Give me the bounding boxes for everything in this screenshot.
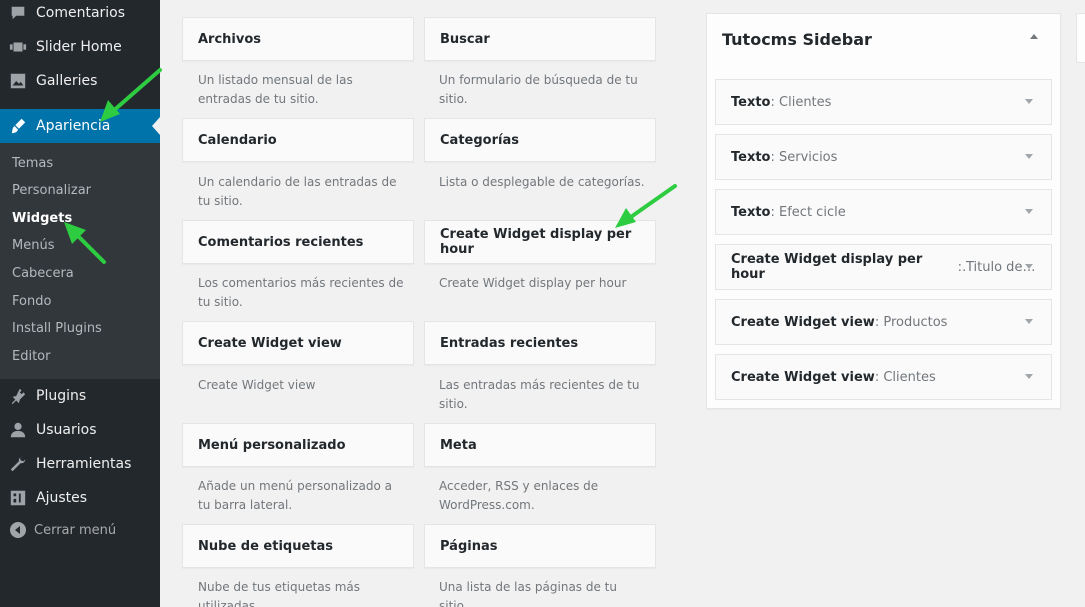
widget-description: Un listado mensual de las entradas de tu… xyxy=(198,73,353,106)
widget-description: Lista o desplegable de categorías. xyxy=(439,175,645,189)
widget-buscar[interactable]: Buscar xyxy=(424,17,656,61)
submenu-cabecera[interactable]: Cabecera xyxy=(12,264,74,284)
menu-herramientas[interactable]: Herramientas xyxy=(0,447,160,481)
sidebar-widget-separator: : xyxy=(770,204,780,220)
widget-paginas[interactable]: Páginas xyxy=(424,524,656,568)
widget-description: Una lista de las páginas de tu sitio. xyxy=(439,580,617,607)
sidebar-widget-subtitle: Clientes xyxy=(883,369,936,385)
widget-description: Create Widget display per hour xyxy=(439,276,627,290)
menu-label: Herramientas xyxy=(36,456,132,472)
submenu-apariencia: Temas Personalizar Widgets Menús Cabecer… xyxy=(0,143,160,379)
collapse-arrow-icon xyxy=(10,522,26,538)
widget-entradas-recientes[interactable]: Entradas recientes xyxy=(424,321,656,365)
menu-label: Comentarios xyxy=(36,5,126,21)
submenu-personalizar[interactable]: Personalizar xyxy=(12,181,91,201)
menu-label: Galleries xyxy=(36,73,98,89)
menu-apariencia[interactable]: Apariencia xyxy=(0,109,160,143)
widget-description: Create Widget view xyxy=(198,378,316,392)
sidebar-widget-separator: : xyxy=(770,94,780,110)
sidebar-widget[interactable]: Create Widget display per hour: Titulo d… xyxy=(715,244,1052,290)
sidebar-widget-separator: : xyxy=(874,369,884,385)
wrench-icon xyxy=(0,455,36,473)
plugin-icon xyxy=(0,387,36,405)
menu-label: Plugins xyxy=(36,388,87,404)
sidebar-widget-title: Create Widget view xyxy=(731,314,875,330)
widget-description: Un calendario de las entradas de tu siti… xyxy=(198,175,397,208)
comment-icon xyxy=(0,4,36,22)
menu-galleries[interactable]: Galleries xyxy=(0,64,160,98)
collapse-toggle-icon[interactable] xyxy=(1030,34,1038,39)
sidebar-widget-separator: : xyxy=(874,314,884,330)
sidebar-widget-title: Create Widget view xyxy=(731,369,875,385)
sidebar-widget-separator: : xyxy=(770,149,780,165)
expand-arrow-icon[interactable] xyxy=(1025,319,1033,324)
current-indicator-icon xyxy=(152,117,160,135)
menu-plugins[interactable]: Plugins xyxy=(0,379,160,413)
menu-ajustes[interactable]: Ajustes xyxy=(0,481,160,515)
submenu-temas[interactable]: Temas xyxy=(12,154,53,174)
submenu-fondo[interactable]: Fondo xyxy=(12,292,51,312)
widget-description: Un formulario de búsqueda de tu sitio. xyxy=(439,73,638,106)
widget-meta[interactable]: Meta xyxy=(424,423,656,467)
sidebar-widget-title: Texto xyxy=(731,204,771,220)
submenu-install-plugins[interactable]: Install Plugins xyxy=(12,319,102,339)
settings-icon xyxy=(0,489,36,507)
expand-arrow-icon[interactable] xyxy=(1025,374,1033,379)
sidebar-widget-title: Texto xyxy=(731,149,771,165)
slider-icon xyxy=(0,38,36,56)
sidebar-widget-subtitle: Productos xyxy=(883,314,948,330)
widget-menu-personalizado[interactable]: Menú personalizado xyxy=(182,423,414,467)
sidebar-widget-subtitle: Efect cicle xyxy=(779,204,846,220)
widget-create-widget-view[interactable]: Create Widget view xyxy=(182,321,414,365)
next-sidebar-panel[interactable] xyxy=(1076,13,1085,63)
admin-menu: Comentarios Slider Home Galleries Aparie… xyxy=(0,0,160,607)
submenu-menus[interactable]: Menús xyxy=(12,236,54,256)
sidebar-widget-title: Create Widget display per hour xyxy=(731,252,923,282)
menu-label: Apariencia xyxy=(36,118,111,134)
sidebar-widget[interactable]: Texto: Clientes xyxy=(715,79,1052,125)
submenu-widgets[interactable]: Widgets xyxy=(12,209,72,229)
sidebar-widget-subtitle: Clientes xyxy=(779,94,832,110)
gallery-icon xyxy=(0,72,36,90)
menu-comentarios[interactable]: Comentarios xyxy=(0,0,160,30)
collapse-label: Cerrar menú xyxy=(34,522,117,538)
sidebar-widget-subtitle: Servicios xyxy=(779,149,838,165)
sidebar-widget[interactable]: Texto: Efect cicle xyxy=(715,189,1052,235)
widget-archivos[interactable]: Archivos xyxy=(182,17,414,61)
expand-arrow-icon[interactable] xyxy=(1025,209,1033,214)
sidebar-widget[interactable]: Texto: Servicios xyxy=(715,134,1052,180)
sidebar-panel-title[interactable]: Tutocms Sidebar xyxy=(722,30,872,49)
widget-create-widget-display-per-hour[interactable]: Create Widget display per hour xyxy=(424,220,656,264)
expand-arrow-icon[interactable] xyxy=(1025,154,1033,159)
menu-label: Usuarios xyxy=(36,422,97,438)
sidebar-widget-separator: : xyxy=(957,259,966,275)
widget-calendario[interactable]: Calendario xyxy=(182,118,414,162)
sidebar-widget[interactable]: Create Widget view: Clientes xyxy=(715,354,1052,400)
users-icon xyxy=(0,421,36,439)
widget-description: Los comentarios más recientes de tu siti… xyxy=(198,276,404,309)
expand-arrow-icon[interactable] xyxy=(1025,99,1033,104)
widget-description: Nube de tus etiquetas más utilizadas. xyxy=(198,580,361,607)
submenu-editor[interactable]: Editor xyxy=(12,347,50,367)
sidebar-widget-title: Texto xyxy=(731,94,771,110)
sidebar-widget[interactable]: Create Widget view: Productos xyxy=(715,299,1052,345)
widget-description: Añade un menú personalizado a tu barra l… xyxy=(198,479,393,512)
menu-label: Ajustes xyxy=(36,490,88,506)
menu-slider-home[interactable]: Slider Home xyxy=(0,30,160,64)
brush-icon xyxy=(0,117,36,135)
widget-description: Las entradas más recientes de tu sitio. xyxy=(439,378,640,411)
expand-arrow-icon[interactable] xyxy=(1025,264,1033,269)
collapse-menu-button[interactable]: Cerrar menú xyxy=(10,522,116,538)
widget-nube-de-etiquetas[interactable]: Nube de etiquetas xyxy=(182,524,414,568)
menu-usuarios[interactable]: Usuarios xyxy=(0,413,160,447)
menu-label: Slider Home xyxy=(36,39,122,55)
widget-description: Acceder, RSS y enlaces de WordPress.com. xyxy=(439,479,599,512)
sidebar-panel-tutocms: Tutocms Sidebar Texto: Clientes Texto: S… xyxy=(706,13,1061,409)
widget-comentarios-recientes[interactable]: Comentarios recientes xyxy=(182,220,414,264)
widget-categorias[interactable]: Categorías xyxy=(424,118,656,162)
